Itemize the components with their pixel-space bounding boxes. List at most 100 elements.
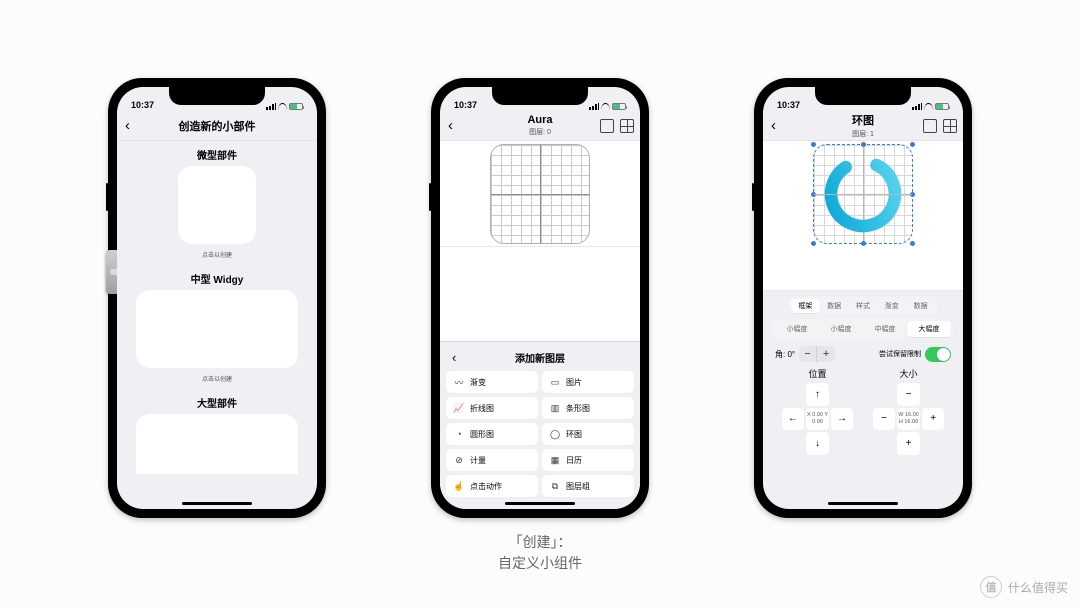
layer-option[interactable]: ◔圆形图 <box>446 423 538 445</box>
grid-icon[interactable] <box>620 119 634 133</box>
navbar: ‹ Aura 图层: 0 <box>440 111 640 141</box>
layer-label: 圆形图 <box>470 429 494 440</box>
plus-icon: + <box>922 408 945 431</box>
notch <box>815 87 911 105</box>
layer-label: 图层组 <box>566 481 590 492</box>
tab-option[interactable]: 数据 <box>820 299 849 313</box>
page-title: 创造新的小部件 <box>117 118 317 134</box>
home-indicator <box>182 502 252 506</box>
constrain-label: 尝试保留限制 <box>879 349 921 359</box>
sheet-back[interactable]: ‹ <box>452 350 456 365</box>
navbar: ‹ 环图 图层: 1 <box>763 111 963 141</box>
layer-option[interactable]: ▥条形图 <box>542 397 634 419</box>
grid-icon[interactable] <box>943 119 957 133</box>
layer-type-icon: ▥ <box>550 403 560 413</box>
hint-medium: 点击以创建 <box>117 374 317 383</box>
phone-ring-edit: 10:37 ‹ 环图 图层: 1 <box>754 78 972 518</box>
tab-option[interactable]: 大幅度 <box>907 321 951 337</box>
back-button[interactable]: ‹ <box>771 117 776 134</box>
status-time: 10:37 <box>131 100 154 110</box>
plus-icon: + <box>897 432 920 455</box>
tab-group-1[interactable]: 框架数据样式渐变数据 <box>789 297 937 315</box>
tab-option[interactable]: 框架 <box>791 299 820 313</box>
large-widget-card[interactable] <box>136 414 298 474</box>
wifi-icon <box>278 103 287 110</box>
battery-icon <box>935 103 949 110</box>
arrow-left-icon: ← <box>782 408 805 431</box>
arrow-right-icon: → <box>831 408 854 431</box>
signal-icon <box>266 103 276 110</box>
selected-layer[interactable] <box>813 144 913 244</box>
size-value: W 16.00 H 16.00 <box>897 408 920 431</box>
layer-option[interactable]: 📈 折线图 <box>446 397 538 419</box>
position-pad[interactable]: ↑ ←X 0.00 Y 0.00→ ↓ <box>782 383 854 455</box>
tab-option[interactable]: 小幅度 <box>775 321 819 337</box>
tab-option[interactable]: 样式 <box>849 299 878 313</box>
position-label: 位置 <box>775 367 860 380</box>
layer-option[interactable]: ☝ 点击动作 <box>446 475 538 497</box>
hint-small: 点击以创建 <box>117 250 317 259</box>
widget-grid[interactable] <box>490 144 590 244</box>
wifi-icon <box>601 103 610 110</box>
sheet-title: 添加新图层 <box>515 354 565 365</box>
phone-create-widget: 10:37 ‹ 创造新的小部件 微型部件 点击以创建 中型 Widgy 点击以创… <box>108 78 326 518</box>
arrow-up-icon: ↑ <box>806 383 829 406</box>
layer-type-icon: ◯ <box>550 429 560 439</box>
layer-type-icon: 📈 <box>454 403 464 413</box>
tab-option[interactable]: 渐变 <box>877 299 906 313</box>
layer-type-icon: 〰 <box>454 377 464 387</box>
canvas[interactable] <box>763 141 963 291</box>
layer-label: 日历 <box>566 455 582 466</box>
constrain-toggle[interactable] <box>925 347 951 362</box>
tab-group-2[interactable]: 小幅度小幅度中幅度大幅度 <box>773 319 953 339</box>
layer-option[interactable]: ▦ 日历 <box>542 449 634 471</box>
layer-label: 环图 <box>566 429 582 440</box>
navbar: ‹ 创造新的小部件 <box>117 111 317 141</box>
notch <box>169 87 265 105</box>
medium-widget-card[interactable] <box>136 290 298 368</box>
layer-type-icon: ☝ <box>454 481 464 491</box>
edit-sheet: 框架数据样式渐变数据 小幅度小幅度中幅度大幅度 角: 0° −+ 尝试保留限制 … <box>763 291 963 469</box>
layer-option[interactable]: ⊘计量 <box>446 449 538 471</box>
battery-icon <box>289 103 303 110</box>
position-value: X 0.00 Y 0.00 <box>806 408 829 431</box>
status-time: 10:37 <box>454 100 477 110</box>
angle-stepper[interactable]: −+ <box>799 346 835 362</box>
caption: 「创建」： 自定义小组件 <box>498 532 582 574</box>
canvas[interactable] <box>440 141 640 247</box>
tab-option[interactable]: 中幅度 <box>863 321 907 337</box>
layer-type-icon: ▭ <box>550 377 560 387</box>
layer-option[interactable]: ⧉ 图层组 <box>542 475 634 497</box>
tab-option[interactable]: 数据 <box>906 299 935 313</box>
minus-icon: − <box>897 383 920 406</box>
layer-option[interactable]: 〰渐变 <box>446 371 538 393</box>
section-medium-title: 中型 Widgy <box>117 271 317 286</box>
ring-icon <box>821 152 905 236</box>
tab-option[interactable]: 小幅度 <box>819 321 863 337</box>
angle-label: 角: 0° <box>775 349 795 360</box>
size-pad[interactable]: − −W 16.00 H 16.00+ + <box>873 383 945 455</box>
size-label: 大小 <box>866 367 951 380</box>
layer-label: 计量 <box>470 455 486 466</box>
layer-sheet: ‹ 添加新图层 〰渐变 ▭ 图片 📈 折线图 ▥条形图◔圆形图 ◯ 环图 ⊘计量 ▦ 日历 ☝ 点击动作… <box>440 341 640 509</box>
signal-icon <box>912 103 922 110</box>
signal-icon <box>589 103 599 110</box>
back-button[interactable]: ‹ <box>448 117 453 134</box>
layer-label: 折线图 <box>470 403 494 414</box>
layer-label: 渐变 <box>470 377 486 388</box>
layer-option[interactable]: ▭ 图片 <box>542 371 634 393</box>
layer-label: 图片 <box>566 377 582 388</box>
status-time: 10:37 <box>777 100 800 110</box>
layer-option[interactable]: ◯ 环图 <box>542 423 634 445</box>
back-button[interactable]: ‹ <box>125 117 130 134</box>
layer-type-icon: ▦ <box>550 455 560 465</box>
device-icon[interactable] <box>600 119 614 133</box>
arrow-down-icon: ↓ <box>806 432 829 455</box>
phone-add-layer: 10:37 ‹ Aura 图层: 0 ‹ <box>431 78 649 518</box>
minus-icon: − <box>873 408 896 431</box>
notch <box>492 87 588 105</box>
layer-type-icon: ⧉ <box>550 481 560 491</box>
device-icon[interactable] <box>923 119 937 133</box>
small-widget-card[interactable] <box>178 166 256 244</box>
layer-label: 点击动作 <box>470 481 502 492</box>
